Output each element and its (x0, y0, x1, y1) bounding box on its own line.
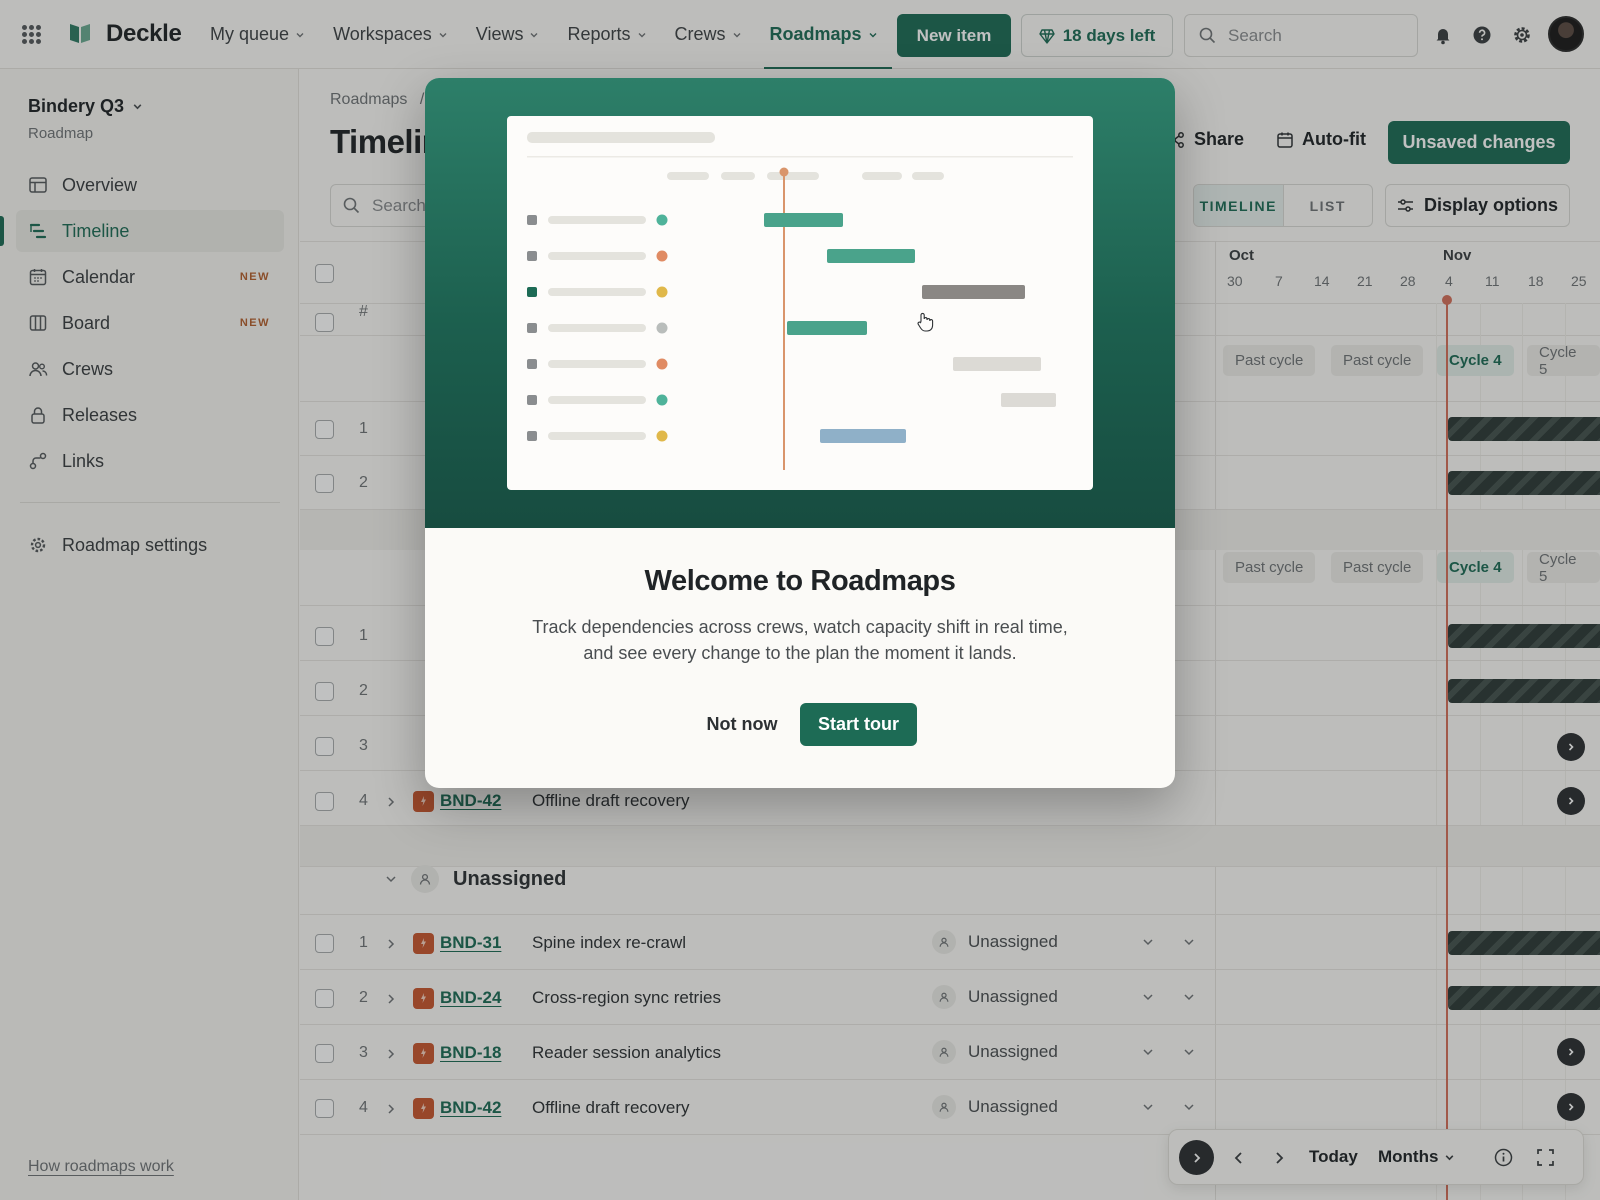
dialog-title: Welcome to Roadmaps (644, 565, 956, 597)
start-tour-button[interactable]: Start tour (800, 703, 917, 746)
dialog-hero (425, 78, 1175, 528)
not-now-button[interactable]: Not now (687, 703, 797, 745)
dialog-body: Track dependencies across crews, watch c… (532, 617, 1068, 663)
welcome-dialog: Welcome to Roadmaps Track dependencies a… (425, 78, 1175, 788)
roadmap-preview-illustration (507, 116, 1093, 490)
